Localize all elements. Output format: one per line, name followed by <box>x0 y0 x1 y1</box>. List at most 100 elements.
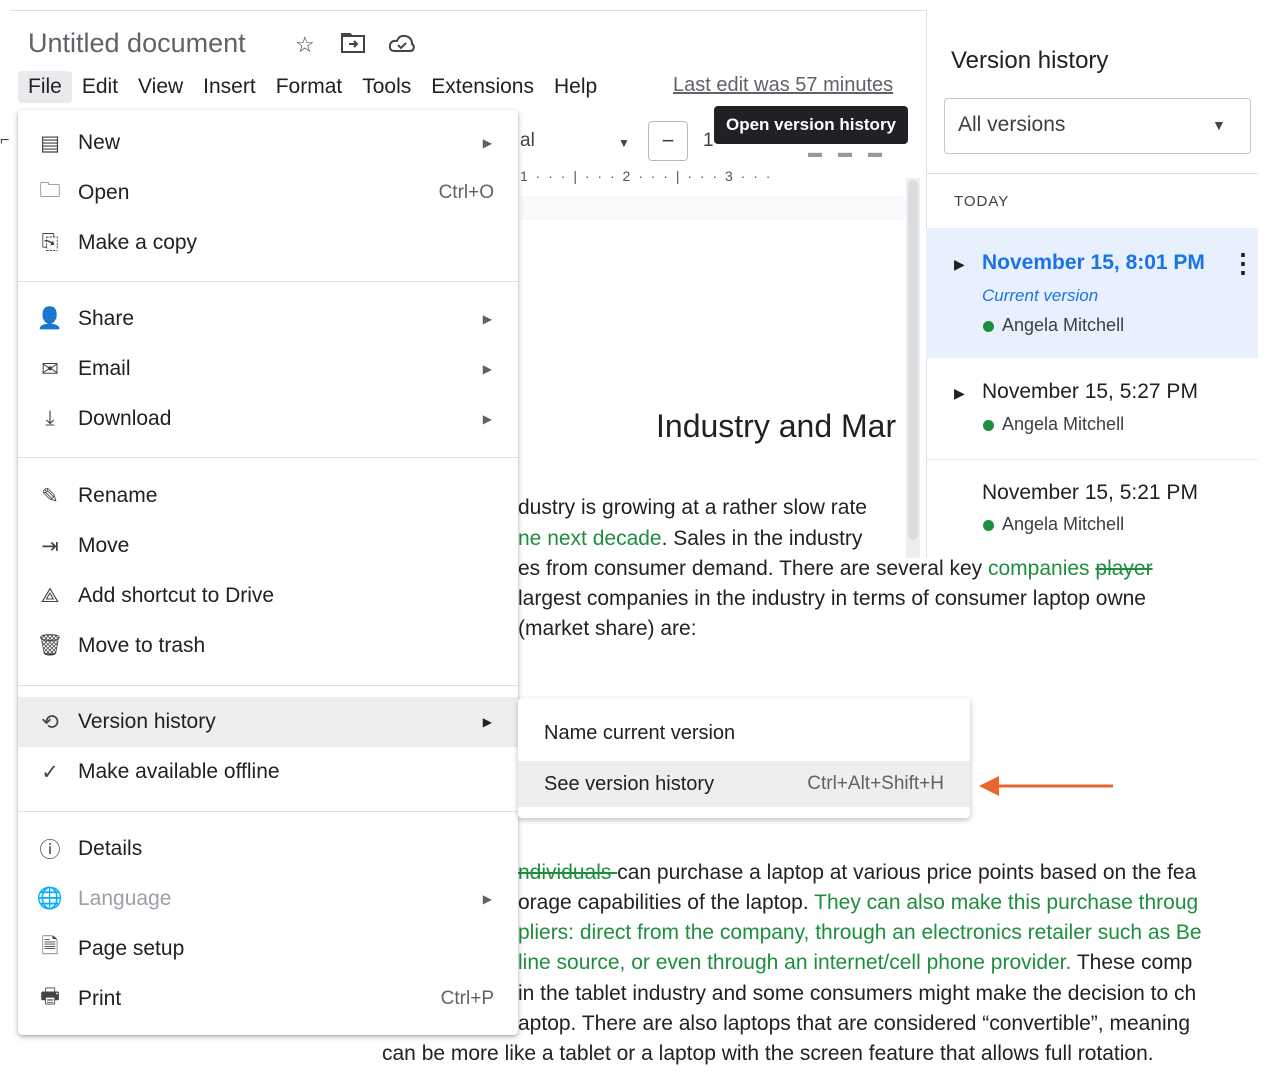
panel-divider <box>926 173 1258 174</box>
menu-bar: File Edit View Insert Format Tools Exten… <box>18 71 607 103</box>
page-setup-icon: 🗎 <box>41 934 59 958</box>
document-text-line: in the tablet industry and some consumer… <box>518 982 1196 1006</box>
file-menu-item-label: Move <box>78 534 130 557</box>
file-menu-item-open[interactable]: 🗀 Open Ctrl+O <box>18 168 518 218</box>
copy-icon: ⎘ <box>41 231 59 254</box>
text-run: can be more like a tablet or a laptop wi… <box>382 1042 1154 1065</box>
name-current-version-item[interactable]: Name current version <box>518 710 970 756</box>
file-menu-item-label: Make a copy <box>78 231 198 254</box>
file-menu-item-page-setup[interactable]: 🗎 Page setup <box>18 924 518 974</box>
author-dot-icon <box>983 321 994 332</box>
file-menu-item-version-history[interactable]: ⟲ Version history ▶ <box>18 697 518 747</box>
document-text-line: (market share) are: <box>518 617 697 641</box>
font-name-fragment[interactable]: al <box>520 130 535 152</box>
offline-icon: ✓ <box>41 760 59 784</box>
file-menu-item-label: Rename <box>78 484 158 507</box>
text-run: largest companies in the industry in ter… <box>518 587 1146 610</box>
file-menu-item-label: Add shortcut to Drive <box>78 584 275 607</box>
file-menu-item-shortcut: Ctrl+P <box>440 988 494 1009</box>
file-menu-item-add-shortcut-to-drive[interactable]: ⟁ Add shortcut to Drive <box>18 571 518 621</box>
cloud-status-icon[interactable] <box>388 33 416 61</box>
submenu-item-shortcut: Ctrl+Alt+Shift+H <box>807 773 944 794</box>
more-options-icon[interactable]: ⋮ <box>1230 248 1256 279</box>
file-menu-item-new[interactable]: ▤ New ▶ <box>18 118 518 168</box>
decrease-font-button[interactable]: − <box>648 121 688 161</box>
file-menu-item-share[interactable]: 👤 Share ▶ <box>18 294 518 344</box>
file-menu-item-move[interactable]: ⇥ Move <box>18 521 518 571</box>
text-run: ndividuals <box>518 861 618 884</box>
text-run: companies <box>988 557 1096 580</box>
menu-help[interactable]: Help <box>544 71 607 103</box>
file-menu-item-language: 🌐 Language ▶ <box>18 874 518 924</box>
menu-extensions[interactable]: Extensions <box>421 71 544 103</box>
version-date[interactable]: November 15, 5:21 PM <box>982 481 1198 505</box>
version-author: Angela Mitchell <box>1002 315 1125 335</box>
author-dot-icon <box>983 520 994 531</box>
version-date[interactable]: November 15, 5:27 PM <box>982 380 1198 404</box>
file-menu-item-make-available-offline[interactable]: ✓ Make available offline <box>18 747 518 797</box>
file-menu-item-download[interactable]: ⤓ Download ▶ <box>18 394 518 444</box>
file-menu-item-email[interactable]: ✉ Email ▶ <box>18 344 518 394</box>
move-icon: ⇥ <box>41 534 59 558</box>
file-menu-item-make-a-copy[interactable]: ⎘ Make a copy <box>18 218 518 268</box>
font-size-fragment[interactable]: 1 <box>703 130 714 152</box>
document-text-line: line source, or even through an internet… <box>518 951 1192 975</box>
text-run: These comp <box>1071 951 1193 974</box>
text-run: dustry is growing at a rather slow rate <box>518 496 867 519</box>
print-icon: 🖶 <box>40 984 60 1008</box>
annotation-arrow-icon <box>979 776 1113 796</box>
file-menu-item-details[interactable]: ⓘ Details <box>18 824 518 874</box>
star-icon[interactable]: ☆ <box>295 32 315 58</box>
submenu-item-label: Name current version <box>544 721 736 744</box>
document-title[interactable]: Untitled document <box>28 28 246 59</box>
menu-format[interactable]: Format <box>266 71 353 103</box>
text-run: aptop. There are also laptops that are c… <box>518 1012 1191 1035</box>
document-text-line: ne next decade. Sales in the industry <box>518 527 862 551</box>
see-version-history-item[interactable]: See version history Ctrl+Alt+Shift+H <box>518 761 970 807</box>
new-doc-icon: ▤ <box>40 131 60 155</box>
file-menu-item-label: Email <box>78 357 131 380</box>
file-menu-item-label: Download <box>78 407 172 430</box>
document-text-line: orage capabilities of the laptop. They c… <box>518 891 1198 915</box>
expand-caret-icon[interactable]: ▶ <box>954 256 965 273</box>
menu-view[interactable]: View <box>128 71 193 103</box>
menu-edit[interactable]: Edit <box>72 71 128 103</box>
versions-filter-value: All versions <box>958 113 1066 136</box>
file-menu-divider <box>18 281 518 282</box>
file-menu-item-label: Page setup <box>78 937 185 960</box>
download-icon: ⤓ <box>45 407 55 430</box>
text-run: They can also make this purchase throug <box>814 891 1199 914</box>
text-run: . Sales in the industry <box>661 527 863 550</box>
submenu-arrow-icon: ▶ <box>482 892 492 906</box>
text-run: (market share) are: <box>518 617 697 640</box>
file-menu-item-move-to-trash[interactable]: 🗑 Move to trash <box>18 621 518 671</box>
toolbar-left-edge-icon: ⌐ <box>0 132 10 149</box>
file-menu-item-label: Details <box>78 837 143 860</box>
text-run: can purchase a laptop at various price p… <box>617 861 1197 884</box>
submenu-item-label: See version history <box>544 772 715 795</box>
last-edit-link[interactable]: Last edit was 57 minutes <box>673 74 893 97</box>
file-menu-item-rename[interactable]: ✎ Rename <box>18 471 518 521</box>
document-scroll-thumb[interactable] <box>908 180 918 540</box>
drive-shortcut-icon: ⟁ <box>40 584 60 607</box>
current-version-label: Current version <box>982 286 1099 305</box>
file-menu-item-label: Move to trash <box>78 634 206 657</box>
text-run: orage capabilities of the laptop. <box>518 891 815 914</box>
info-icon: ⓘ <box>39 839 61 862</box>
version-date: November 15, 8:01 PM <box>982 251 1205 274</box>
share-person-icon: 👤 <box>36 307 64 330</box>
menu-file[interactable]: File <box>18 71 72 103</box>
move-to-folder-icon[interactable] <box>340 31 366 61</box>
font-dropdown-caret-icon[interactable]: ▼ <box>618 136 630 150</box>
expand-caret-icon[interactable]: ▶ <box>954 385 965 402</box>
menu-insert[interactable]: Insert <box>193 71 266 103</box>
rename-icon: ✎ <box>41 484 59 508</box>
menu-tools[interactable]: Tools <box>352 71 421 103</box>
document-text-line: dustry is growing at a rather slow rate <box>518 496 867 520</box>
text-run: player <box>1095 557 1153 580</box>
file-menu-divider <box>18 811 518 812</box>
file-menu-item-print[interactable]: 🖶 Print Ctrl+P <box>18 974 518 1024</box>
author-dot-icon <box>983 420 994 431</box>
chevron-down-icon: ▼ <box>1212 117 1226 133</box>
history-icon: ⟲ <box>41 710 59 734</box>
